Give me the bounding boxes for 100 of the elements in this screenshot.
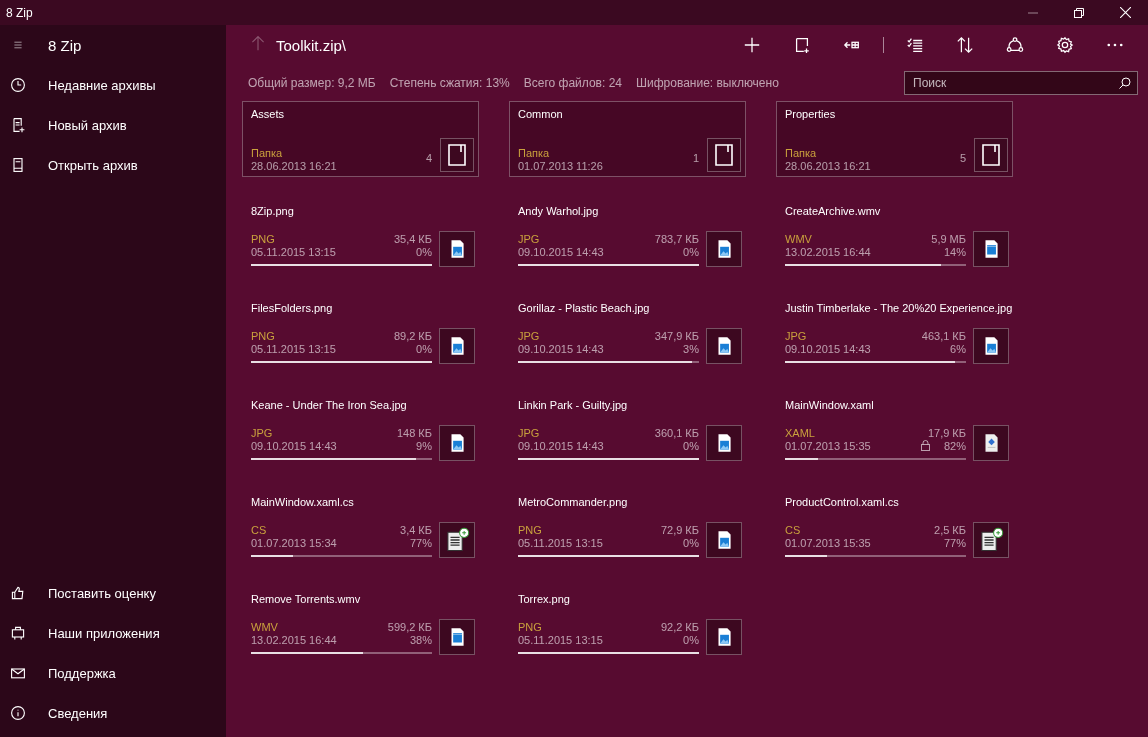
sidebar-item[interactable]: Поддержка bbox=[0, 653, 226, 693]
compression-ratio: 38% bbox=[409, 633, 432, 646]
window-title: 8 Zip bbox=[5, 5, 34, 20]
file-size: 463,1 КБ bbox=[921, 329, 966, 342]
file-size: 72,9 КБ bbox=[660, 523, 699, 536]
item-date: 09.10.2015 14:43 bbox=[518, 342, 604, 355]
item-date: 28.06.2013 16:21 bbox=[785, 160, 872, 172]
item-date: 09.10.2015 14:43 bbox=[518, 439, 604, 452]
archive-stat: Степень сжатия: 13% bbox=[389, 76, 510, 90]
file-item[interactable]: MetroCommander.png PNG 72,9 КБ 05.11.2015 13:15 0% bbox=[509, 488, 746, 585]
sidebar-item[interactable]: Сведения bbox=[0, 693, 226, 733]
archive-path: Toolkit.zip\ bbox=[276, 36, 348, 54]
new-document-icon bbox=[10, 117, 26, 133]
item-date: 09.10.2015 14:43 bbox=[785, 342, 871, 355]
file-item[interactable]: Keane - Under The Iron Sea.jpg JPG 148 КБ 09.10.2015 14:43 9% bbox=[242, 391, 479, 488]
envelope-icon bbox=[10, 665, 26, 681]
close-icon bbox=[1119, 7, 1131, 18]
file-size: 35,4 КБ bbox=[393, 232, 432, 245]
item-date: 28.06.2013 16:21 bbox=[251, 160, 338, 172]
item-type: JPG bbox=[785, 329, 807, 342]
compression-ratio: 9% bbox=[416, 439, 432, 452]
item-type: JPG bbox=[518, 329, 540, 342]
file-name: 8Zip.png bbox=[251, 205, 295, 217]
file-size: 3,4 КБ bbox=[400, 523, 432, 536]
file-size: 360,1 КБ bbox=[654, 426, 699, 439]
folder-card[interactable]: Assets Папка 28.06.2013 16:21 4 bbox=[242, 101, 479, 177]
compression-ratio: 0% bbox=[683, 245, 699, 258]
document-icon bbox=[715, 144, 733, 166]
file-size: 599,2 КБ bbox=[387, 620, 432, 633]
item-type: CS bbox=[251, 523, 267, 536]
compression-ratio: 82% bbox=[943, 439, 966, 452]
file-item[interactable]: Remove Torrents.wmv WMV 599,2 КБ 13.02.2015 16:44 38% bbox=[242, 585, 479, 682]
restore-icon bbox=[1074, 7, 1084, 18]
item-date: 13.02.2015 16:44 bbox=[251, 633, 337, 646]
file-item[interactable]: Justin Timberlake - The 20%20 Experience.jpg JPG 463,1 КБ 09.10.2015 14:43 6% bbox=[776, 294, 1013, 391]
compression-ratio: 0% bbox=[683, 439, 699, 452]
folder-name: Common bbox=[518, 108, 564, 120]
file-name: Gorillaz - Plastic Beach.jpg bbox=[518, 302, 651, 314]
folder-card[interactable]: Properties Папка 28.06.2013 16:21 5 bbox=[776, 101, 1013, 177]
file-item[interactable]: Andy Warhol.jpg JPG 783,7 КБ 09.10.2015 14:43 0% bbox=[509, 197, 746, 294]
compression-ratio: 6% bbox=[950, 342, 966, 355]
item-type: WMV bbox=[785, 232, 812, 245]
item-type: Папка bbox=[785, 147, 818, 159]
file-item[interactable]: FilesFolders.png PNG 89,2 КБ 05.11.2015 13:15 0% bbox=[242, 294, 479, 391]
item-type: WMV bbox=[251, 620, 278, 633]
file-size: 5,9 МБ bbox=[931, 232, 966, 245]
file-item[interactable]: CreateArchive.wmv WMV 5,9 МБ 13.02.2015 16:44 14% bbox=[776, 197, 1013, 294]
archive-stat: Общий размер: 9,2 МБ bbox=[248, 76, 376, 90]
clock-icon bbox=[10, 77, 26, 93]
item-type: PNG bbox=[518, 523, 542, 536]
archive-stat: Всего файлов: 24 bbox=[523, 76, 622, 90]
file-name: Remove Torrents.wmv bbox=[251, 593, 362, 605]
item-date: 01.07.2013 11:26 bbox=[518, 160, 604, 172]
file-name: ProductControl.xaml.cs bbox=[785, 496, 900, 508]
file-name: Torrex.png bbox=[518, 593, 571, 605]
item-type: JPG bbox=[518, 232, 540, 245]
search-field[interactable]: Поиск bbox=[904, 71, 1138, 95]
item-type: PNG bbox=[518, 620, 542, 633]
item-date: 09.10.2015 14:43 bbox=[518, 245, 604, 258]
file-item[interactable]: Linkin Park - Guilty.jpg JPG 360,1 КБ 09.10.2015 14:43 0% bbox=[509, 391, 746, 488]
file-item[interactable]: 8Zip.png PNG 35,4 КБ 05.11.2015 13:15 0% bbox=[242, 197, 479, 294]
file-name: CreateArchive.wmv bbox=[785, 205, 882, 217]
app-title: 8 Zip bbox=[48, 36, 82, 54]
file-item[interactable]: Torrex.png PNG 92,2 КБ 05.11.2015 13:15 0% bbox=[509, 585, 746, 682]
store-icon bbox=[10, 625, 26, 641]
item-count: 5 bbox=[959, 152, 966, 164]
file-item[interactable]: MainWindow.xaml XAML 17,9 КБ 01.07.2013 15:35 82% bbox=[776, 391, 1013, 488]
file-name: Linkin Park - Guilty.jpg bbox=[518, 399, 629, 411]
item-date: 05.11.2015 13:15 bbox=[251, 342, 336, 355]
file-item[interactable]: Gorillaz - Plastic Beach.jpg JPG 347,9 КБ 09.10.2015 14:43 3% bbox=[509, 294, 746, 391]
item-type: Папка bbox=[251, 147, 284, 159]
sidebar-item[interactable]: Открыть архив bbox=[0, 145, 226, 185]
file-size: 783,7 КБ bbox=[654, 232, 699, 245]
compression-ratio: 0% bbox=[416, 245, 432, 258]
up-arrow-icon bbox=[250, 34, 266, 52]
sidebar-item[interactable]: Недавние архивы bbox=[0, 65, 226, 105]
search-icon bbox=[1119, 77, 1131, 89]
compression-ratio: 0% bbox=[416, 342, 432, 355]
item-count: 1 bbox=[692, 152, 699, 164]
sidebar-item[interactable]: Новый архив bbox=[0, 105, 226, 145]
compression-ratio: 77% bbox=[943, 536, 966, 549]
item-date: 01.07.2013 15:34 bbox=[251, 536, 337, 549]
item-date: 05.11.2015 13:15 bbox=[518, 633, 603, 646]
item-type: PNG bbox=[251, 232, 275, 245]
file-name: MainWindow.xaml bbox=[785, 399, 875, 411]
sidebar-item[interactable]: Поставить оценку bbox=[0, 573, 226, 613]
file-size: 17,9 КБ bbox=[927, 426, 966, 439]
folder-card[interactable]: Common Папка 01.07.2013 11:26 1 bbox=[509, 101, 746, 177]
file-name: Andy Warhol.jpg bbox=[518, 205, 600, 217]
file-size: 89,2 КБ bbox=[393, 329, 432, 342]
file-size: 347,9 КБ bbox=[654, 329, 699, 342]
thumbs-up-icon bbox=[10, 585, 26, 601]
compression-ratio: 3% bbox=[683, 342, 699, 355]
item-date: 13.02.2015 16:44 bbox=[785, 245, 871, 258]
item-type: Папка bbox=[518, 147, 551, 159]
file-item[interactable]: ProductControl.xaml.cs CS 2,5 КБ 01.07.2013 15:35 77% bbox=[776, 488, 1013, 585]
sidebar-item[interactable]: Наши приложения bbox=[0, 613, 226, 653]
item-date: 05.11.2015 13:15 bbox=[251, 245, 336, 258]
file-item[interactable]: MainWindow.xaml.cs CS 3,4 КБ 01.07.2013 15:34 77% bbox=[242, 488, 479, 585]
item-type: JPG bbox=[251, 426, 273, 439]
